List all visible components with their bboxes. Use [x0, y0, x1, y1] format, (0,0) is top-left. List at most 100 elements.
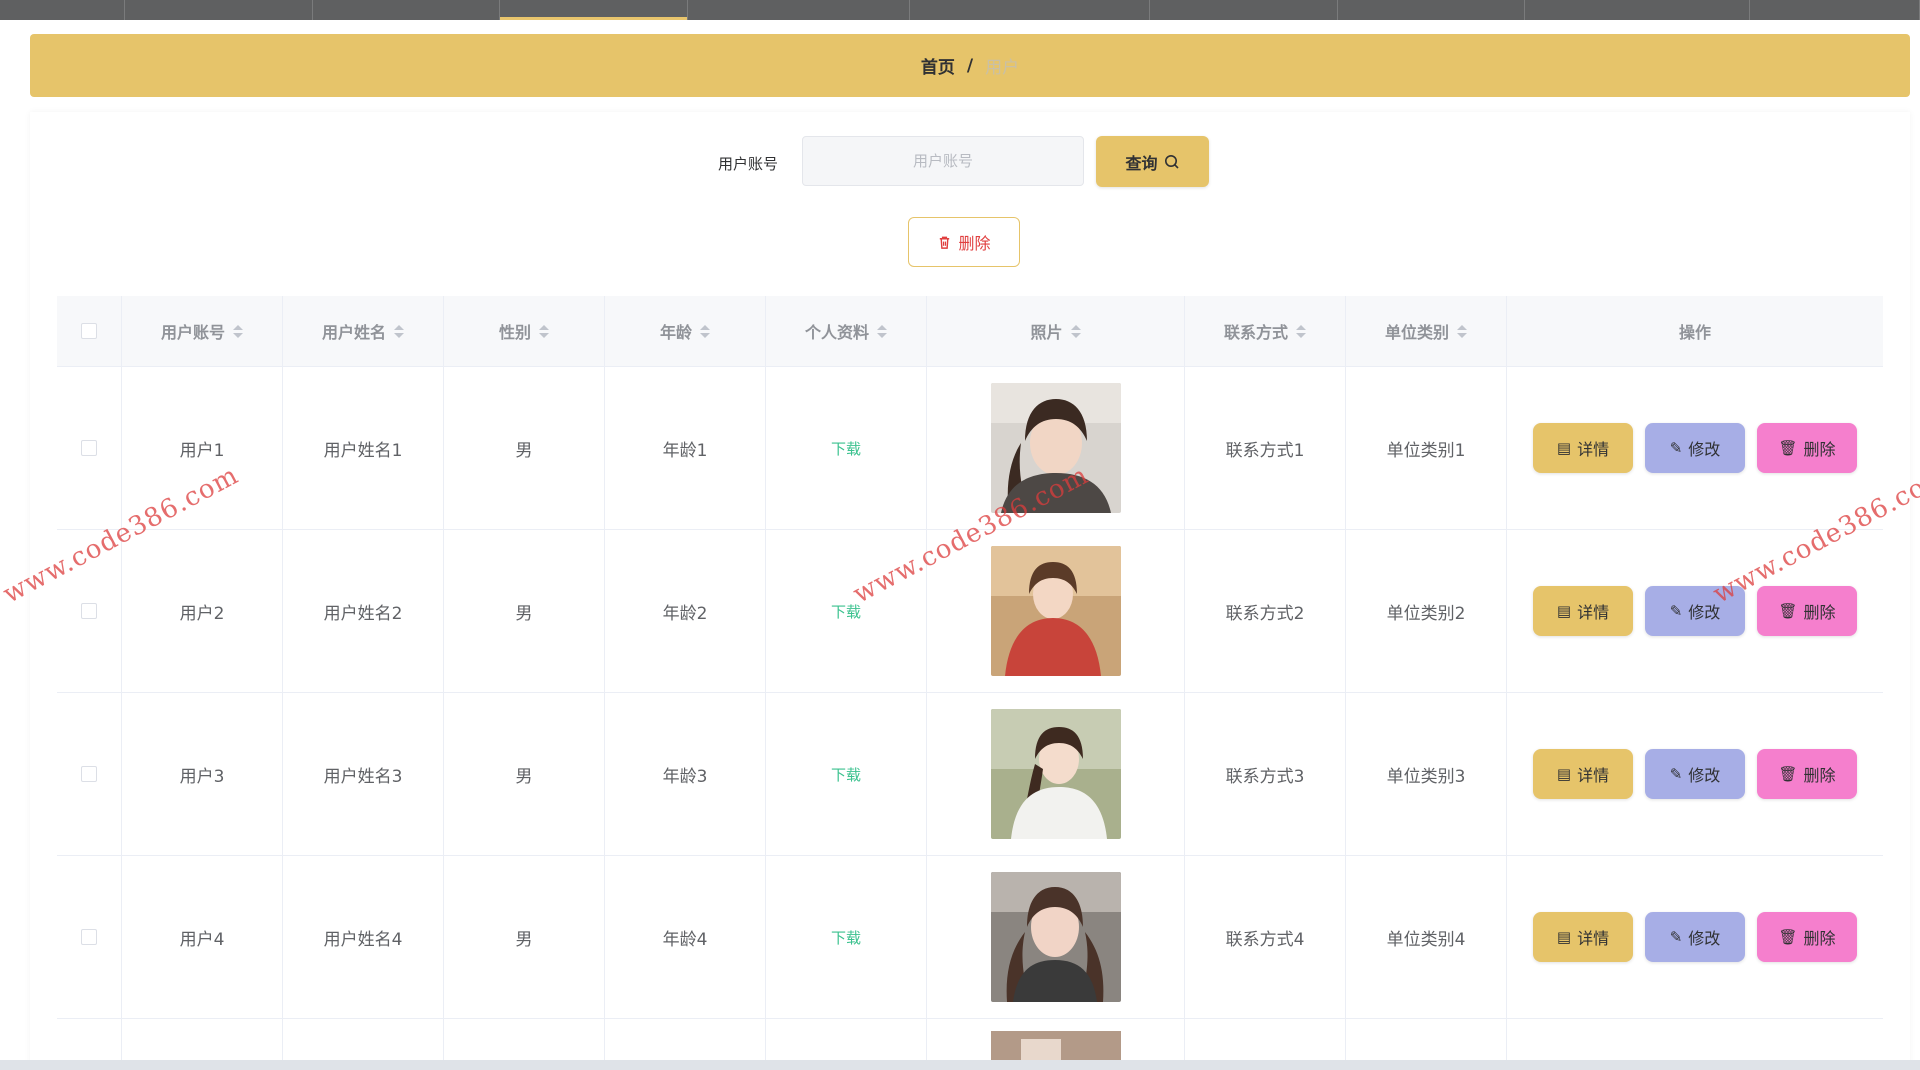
cell-contact: 联系方式1: [1185, 367, 1346, 529]
search-input[interactable]: [802, 136, 1084, 186]
cell-profile: 下载: [766, 367, 927, 529]
sort-icon[interactable]: [877, 324, 887, 338]
header-label: 个人资料: [804, 323, 869, 342]
table-row: 用户1 用户姓名1 男 年龄1 下载 联系方式1 单位类别1 ▤ 详情 ✎ 修改 🗑…: [57, 367, 1883, 530]
delete-button[interactable]: 🗑 删除: [1757, 423, 1857, 473]
header-label: 性别: [498, 323, 531, 342]
download-link[interactable]: 下载: [831, 601, 861, 622]
cell-age: 年龄1: [605, 367, 766, 529]
cell-gender: [444, 1019, 605, 1063]
top-tab-strip: [0, 0, 1920, 20]
user-photo[interactable]: [990, 872, 1121, 1002]
row-select-cell: [57, 856, 122, 1018]
sort-icon[interactable]: [394, 324, 404, 338]
cell-gender: 男: [444, 530, 605, 692]
detail-button[interactable]: ▤ 详情: [1533, 912, 1633, 962]
delete-label: 删除: [1803, 440, 1836, 459]
header-profile[interactable]: 个人资料: [766, 296, 927, 366]
row-select-cell: [57, 367, 122, 529]
row-select-cell: [57, 693, 122, 855]
user-photo[interactable]: [990, 546, 1121, 676]
top-tab[interactable]: [313, 0, 500, 20]
header-gender[interactable]: 性别: [444, 296, 605, 366]
row-checkbox[interactable]: [81, 440, 97, 456]
top-tab[interactable]: [1525, 0, 1750, 20]
sort-icon[interactable]: [1070, 324, 1081, 338]
cell-unit: 单位类别2: [1346, 530, 1507, 692]
edit-button[interactable]: ✎ 修改: [1645, 749, 1745, 799]
breadcrumb-home[interactable]: 首页: [921, 53, 955, 78]
top-tab[interactable]: [1150, 0, 1338, 20]
detail-button[interactable]: ▤ 详情: [1533, 586, 1633, 636]
edit-label: 修改: [1688, 603, 1721, 622]
sort-icon[interactable]: [1296, 324, 1306, 338]
top-tab-active[interactable]: [500, 0, 688, 20]
user-photo[interactable]: [990, 1031, 1121, 1063]
header-age[interactable]: 年龄: [605, 296, 766, 366]
cell-contact: 联系方式3: [1185, 693, 1346, 855]
cell-profile: 下载: [766, 856, 927, 1018]
header-unit[interactable]: 单位类别: [1346, 296, 1507, 366]
header-name[interactable]: 用户姓名: [283, 296, 444, 366]
delete-button[interactable]: 🗑 删除: [1757, 749, 1857, 799]
cell-name: [283, 1019, 444, 1063]
detail-label: 详情: [1577, 603, 1610, 622]
header-label: 用户账号: [160, 323, 225, 342]
cell-gender: 男: [444, 856, 605, 1018]
header-account[interactable]: 用户账号: [122, 296, 283, 366]
download-link[interactable]: 下载: [831, 764, 861, 785]
trash-icon: 🗑: [1778, 439, 1798, 457]
header-contact[interactable]: 联系方式: [1185, 296, 1346, 366]
top-tab[interactable]: [1750, 0, 1920, 20]
batch-delete-button[interactable]: 删除: [908, 217, 1020, 267]
batch-delete-label: 删除: [958, 234, 991, 253]
delete-button[interactable]: 🗑 删除: [1757, 912, 1857, 962]
detail-button[interactable]: ▤ 详情: [1533, 423, 1633, 473]
document-icon: ▤: [1556, 928, 1572, 946]
sort-icon[interactable]: [233, 324, 243, 338]
top-tab[interactable]: [910, 0, 1150, 20]
top-tab[interactable]: [125, 0, 313, 20]
row-checkbox[interactable]: [81, 766, 97, 782]
cell-photo: [927, 693, 1185, 855]
cell-actions: ▤ 详情 ✎ 修改 🗑 删除: [1507, 856, 1883, 1018]
trash-icon: 🗑: [1778, 765, 1798, 783]
download-link[interactable]: 下载: [831, 927, 861, 948]
breadcrumb: 首页 / 用户: [30, 34, 1910, 97]
table-row: 用户2 用户姓名2 男 年龄2 下载 联系方式2 单位类别2 ▤ 详情 ✎ 修改 🗑…: [57, 530, 1883, 693]
edit-button[interactable]: ✎ 修改: [1645, 912, 1745, 962]
cell-unit: 单位类别3: [1346, 693, 1507, 855]
detail-button[interactable]: ▤ 详情: [1533, 749, 1633, 799]
row-checkbox[interactable]: [81, 603, 97, 619]
top-tab[interactable]: [688, 0, 910, 20]
edit-label: 修改: [1688, 766, 1721, 785]
row-select-cell: [57, 1019, 122, 1063]
sort-icon[interactable]: [1457, 324, 1467, 338]
cell-name: 用户姓名1: [283, 367, 444, 529]
cell-profile: [766, 1019, 927, 1063]
breadcrumb-current: 用户: [985, 58, 1020, 78]
download-link[interactable]: 下载: [831, 438, 861, 459]
top-tab[interactable]: [1338, 0, 1525, 20]
sort-icon[interactable]: [539, 324, 549, 338]
pencil-icon: ✎: [1669, 602, 1683, 620]
cell-contact: 联系方式2: [1185, 530, 1346, 692]
delete-button[interactable]: 🗑 删除: [1757, 586, 1857, 636]
select-all-checkbox[interactable]: [81, 323, 97, 339]
user-photo[interactable]: [990, 709, 1121, 839]
top-tab[interactable]: [0, 0, 125, 20]
pencil-icon: ✎: [1669, 439, 1683, 457]
cell-age: 年龄4: [605, 856, 766, 1018]
document-icon: ▤: [1556, 439, 1572, 457]
taskbar: [0, 1060, 1920, 1070]
search-button[interactable]: 查询: [1096, 136, 1209, 187]
sort-icon[interactable]: [700, 324, 710, 338]
edit-button[interactable]: ✎ 修改: [1645, 423, 1745, 473]
header-photo[interactable]: 照片: [927, 296, 1185, 366]
pencil-icon: ✎: [1669, 928, 1683, 946]
cell-gender: 男: [444, 693, 605, 855]
row-checkbox[interactable]: [81, 929, 97, 945]
cell-unit: 单位类别1: [1346, 367, 1507, 529]
delete-label: 删除: [1803, 766, 1836, 785]
cell-photo: [927, 1019, 1185, 1063]
